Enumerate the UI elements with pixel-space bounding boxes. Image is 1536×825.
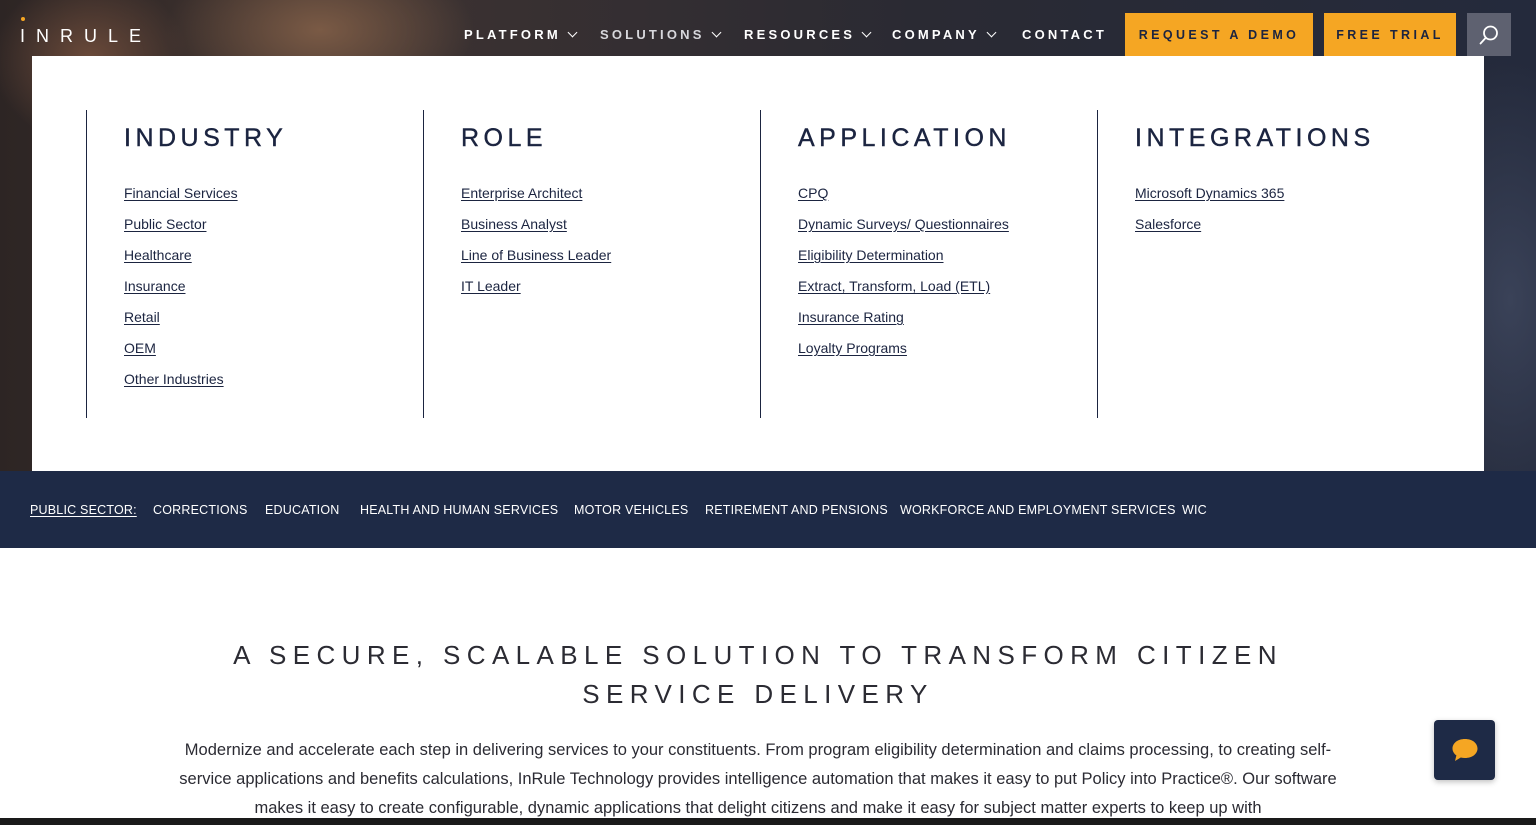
menu-link[interactable]: Line of Business Leader — [461, 247, 611, 263]
intro-paragraph: Modernize and accelerate each step in de… — [179, 741, 1337, 817]
subnav-item[interactable]: RETIREMENT AND PENSIONS — [705, 503, 888, 517]
subnav-item[interactable]: WIC — [1182, 503, 1207, 517]
menu-column-integrations: INTEGRATIONS Microsoft Dynamics 365 Sale… — [1097, 110, 1375, 418]
search-button[interactable] — [1467, 13, 1511, 56]
chat-button[interactable] — [1434, 720, 1495, 780]
chevron-down-icon — [986, 27, 997, 38]
chat-bubble-icon — [1452, 739, 1477, 761]
request-demo-button[interactable]: REQUEST A DEMO — [1125, 13, 1313, 56]
menu-link[interactable]: Microsoft Dynamics 365 — [1135, 185, 1284, 201]
menu-link[interactable]: Loyalty Programs — [798, 340, 907, 356]
menu-link[interactable]: Financial Services — [124, 185, 238, 201]
menu-link[interactable]: Insurance — [124, 278, 185, 294]
nav-contact[interactable]: CONTACT — [1022, 27, 1107, 42]
top-navigation: INRULE PLATFORM SOLUTIONS RESOURCES COMP… — [0, 0, 1536, 56]
logo-accent-dot — [21, 17, 25, 21]
nav-solutions-label: SOLUTIONS — [600, 27, 705, 42]
nav-company[interactable]: COMPANY — [892, 27, 997, 42]
chevron-down-icon — [567, 27, 578, 38]
menu-link[interactable]: IT Leader — [461, 278, 521, 294]
menu-link[interactable]: Healthcare — [124, 247, 192, 263]
menu-link[interactable]: Public Sector — [124, 216, 206, 232]
menu-column-role: ROLE Enterprise Architect Business Analy… — [423, 110, 611, 418]
menu-link[interactable]: Insurance Rating — [798, 309, 904, 325]
page-headline: A SECURE, SCALABLE SOLUTION TO TRANSFORM… — [233, 640, 1283, 709]
menu-link[interactable]: Other Industries — [124, 371, 224, 387]
nav-company-label: COMPANY — [892, 27, 980, 42]
column-title: INDUSTRY — [124, 124, 288, 152]
free-trial-button[interactable]: FREE TRIAL — [1324, 13, 1456, 56]
bottom-edge — [0, 818, 1536, 825]
subnav-item[interactable]: WORKFORCE AND EMPLOYMENT SERVICES — [900, 503, 1176, 517]
search-icon — [1479, 25, 1498, 44]
nav-resources-label: RESOURCES — [744, 27, 856, 42]
menu-link[interactable]: Retail — [124, 309, 160, 325]
menu-link[interactable]: OEM — [124, 340, 156, 356]
chevron-down-icon — [861, 27, 872, 38]
nav-platform-label: PLATFORM — [464, 27, 561, 42]
inrule-logo[interactable]: INRULE — [20, 26, 152, 47]
nav-resources[interactable]: RESOURCES — [744, 27, 872, 42]
nav-contact-label: CONTACT — [1022, 27, 1107, 42]
menu-link[interactable]: Extract, Transform, Load (ETL) — [798, 278, 990, 294]
subnav-lead-link[interactable]: PUBLIC SECTOR: — [30, 503, 137, 517]
menu-link[interactable]: Business Analyst — [461, 216, 567, 232]
subnav-item[interactable]: CORRECTIONS — [153, 503, 248, 517]
column-title: APPLICATION — [798, 124, 1011, 152]
menu-link[interactable]: Dynamic Surveys/ Questionnaires — [798, 216, 1009, 232]
solutions-mega-menu: INDUSTRY Financial Services Public Secto… — [32, 56, 1484, 471]
menu-link[interactable]: Salesforce — [1135, 216, 1201, 232]
menu-column-application: APPLICATION CPQ Dynamic Surveys/ Questio… — [760, 110, 1011, 418]
public-sector-subnav: PUBLIC SECTOR: CORRECTIONS EDUCATION HEA… — [0, 471, 1536, 548]
subnav-item[interactable]: EDUCATION — [265, 503, 340, 517]
nav-platform[interactable]: PLATFORM — [464, 27, 578, 42]
menu-column-industry: INDUSTRY Financial Services Public Secto… — [86, 110, 287, 418]
column-title: ROLE — [461, 124, 548, 152]
menu-link[interactable]: Enterprise Architect — [461, 185, 582, 201]
menu-link[interactable]: CPQ — [798, 185, 828, 201]
chevron-down-icon — [711, 27, 722, 38]
column-title: INTEGRATIONS — [1135, 124, 1375, 152]
subnav-item[interactable]: MOTOR VEHICLES — [574, 503, 688, 517]
nav-solutions[interactable]: SOLUTIONS — [600, 27, 722, 42]
subnav-item[interactable]: HEALTH AND HUMAN SERVICES — [360, 503, 558, 517]
menu-link[interactable]: Eligibility Determination — [798, 247, 944, 263]
